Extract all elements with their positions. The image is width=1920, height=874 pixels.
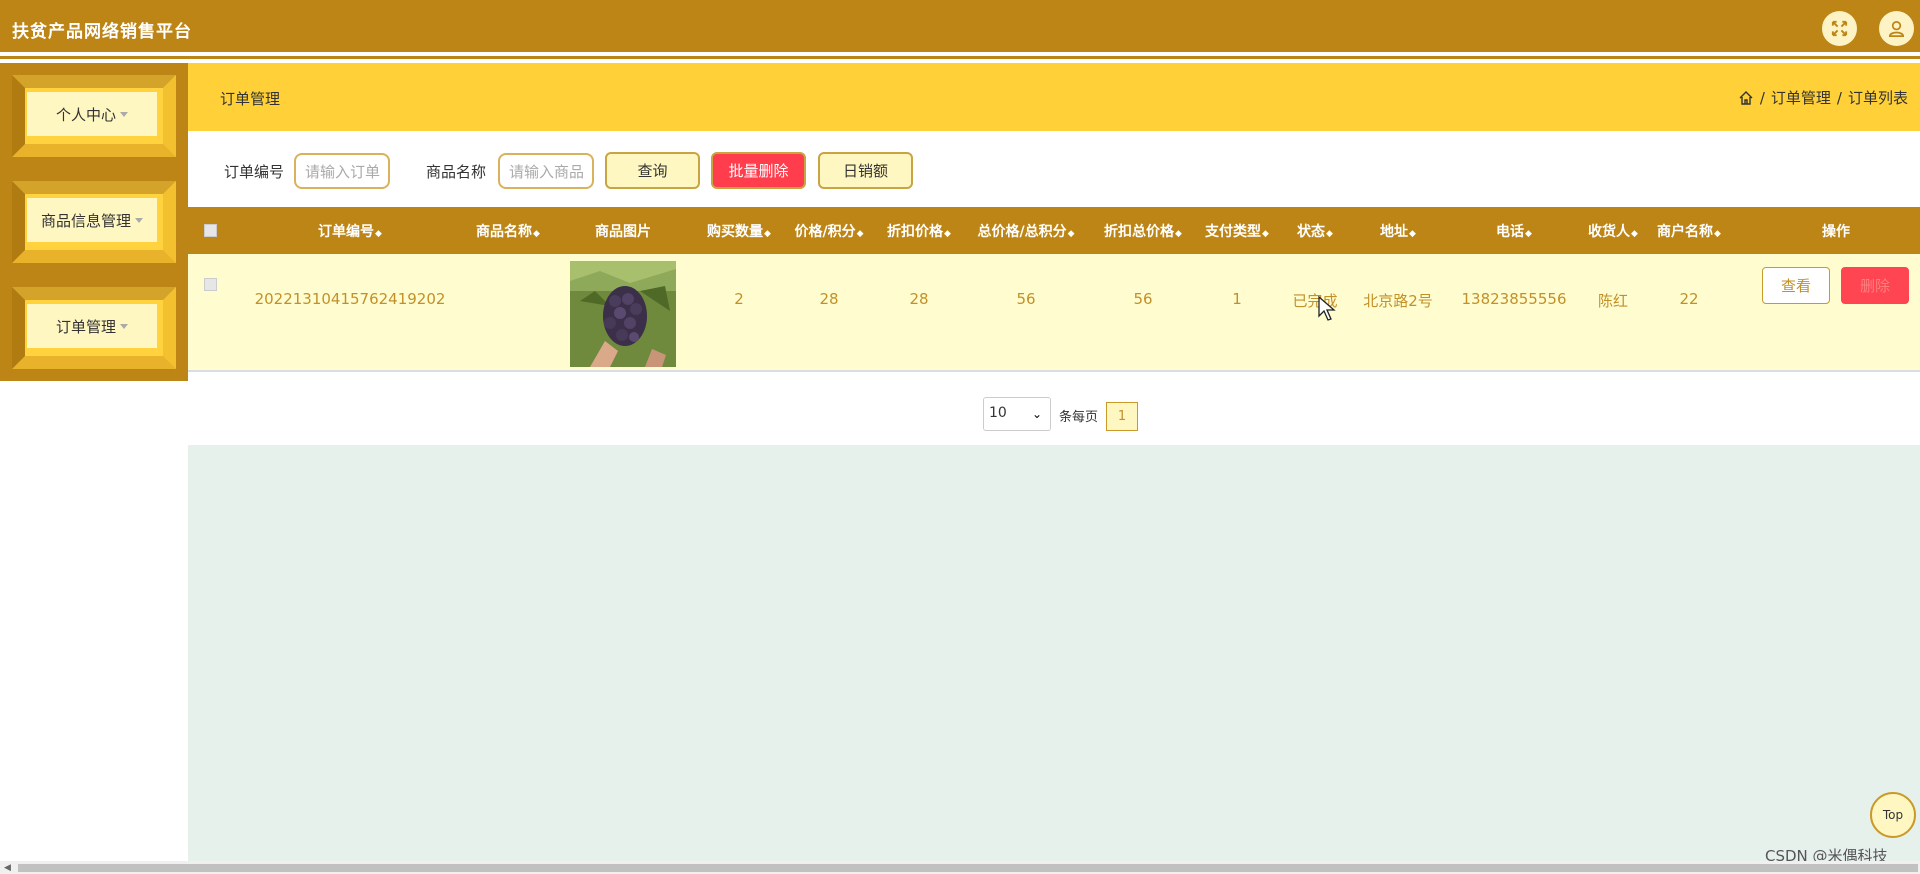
table-header: 订单编号◆ 商品名称◆ 商品图片 购买数量◆ 价格/积分◆ 折扣价格◆ 总价格/…: [188, 207, 1920, 254]
sidebar-item-button[interactable]: 订单管理: [27, 304, 157, 348]
cell-phone: 13823855556: [1461, 290, 1567, 308]
search-form: 订单编号 请输入订单 商品名称 请输入商品 查询 批量删除 日销额: [188, 131, 1920, 207]
column-header-price[interactable]: 价格/积分◆: [794, 221, 863, 241]
sidebar-item-product-management[interactable]: 商品信息管理: [0, 169, 188, 275]
order-no-label: 订单编号: [224, 163, 285, 181]
caret-down-icon: [120, 323, 128, 329]
sort-icon: ◆: [533, 229, 540, 239]
sidebar-item-label: 个人中心: [55, 105, 116, 124]
caret-down-icon: [120, 111, 128, 117]
sidebar-item-label: 商品信息管理: [40, 211, 131, 230]
column-header-quantity[interactable]: 购买数量◆: [707, 221, 771, 241]
horizontal-scrollbar[interactable]: ◀: [0, 861, 1920, 874]
page-size-select[interactable]: 10 ⌄: [983, 397, 1051, 431]
product-image[interactable]: [570, 261, 676, 367]
order-no-input[interactable]: 请输入订单: [294, 153, 390, 189]
query-button[interactable]: 查询: [605, 152, 700, 189]
caret-down-icon: [135, 217, 143, 223]
fullscreen-icon: [1831, 20, 1848, 37]
scroll-left-icon[interactable]: ◀: [4, 863, 11, 873]
sidebar-item-button[interactable]: 商品信息管理: [27, 198, 157, 242]
sidebar: 个人中心 商品信息管理 订单管理: [0, 63, 188, 381]
breadcrumb-separator: /: [1836, 88, 1842, 107]
user-icon: [1888, 20, 1905, 37]
select-all-checkbox[interactable]: [204, 224, 217, 237]
mouse-cursor-icon: [1318, 296, 1336, 321]
breadcrumb-separator: /: [1759, 88, 1765, 107]
cell-address: 北京路2号: [1363, 292, 1433, 310]
sort-icon: ◆: [856, 229, 864, 239]
content-header: 订单管理 / 订单管理 / 订单列表: [188, 63, 1920, 131]
breadcrumb: / 订单管理 / 订单列表: [1738, 87, 1908, 108]
cell-price: 28: [819, 290, 839, 308]
batch-delete-button[interactable]: 批量删除: [711, 152, 806, 189]
header-divider-line: [0, 56, 1920, 59]
home-icon[interactable]: [1738, 90, 1754, 106]
sort-icon: ◆: [1525, 229, 1532, 239]
column-header-order-no[interactable]: 订单编号◆: [318, 221, 382, 241]
orders-table: 订单编号◆ 商品名称◆ 商品图片 购买数量◆ 价格/积分◆ 折扣价格◆ 总价格/…: [188, 207, 1920, 372]
sort-icon: ◆: [1175, 229, 1182, 239]
column-header-phone[interactable]: 电话◆: [1496, 221, 1532, 241]
sort-icon: ◆: [1067, 229, 1075, 239]
pagination: 10 ⌄ 条每页 1: [188, 373, 1920, 445]
column-header-total[interactable]: 总价格/总积分◆: [977, 221, 1074, 241]
cell-receiver: 陈红: [1597, 292, 1629, 310]
cell-order-no: 20221310415762419202: [254, 290, 446, 308]
cell-pay-type: 1: [1232, 290, 1242, 308]
page-number-button[interactable]: 1: [1106, 402, 1138, 431]
table-row: 20221310415762419202 2 28 28 56 56 1 已完成…: [188, 254, 1920, 372]
sort-icon: ◆: [764, 229, 771, 239]
column-header-discount-total[interactable]: 折扣总价格◆: [1104, 221, 1182, 241]
fullscreen-button[interactable]: [1822, 11, 1857, 46]
sort-icon: ◆: [1409, 229, 1416, 239]
breadcrumb-item-order-management[interactable]: 订单管理: [1771, 87, 1831, 108]
cell-quantity: 2: [734, 290, 744, 308]
column-header-pay-type[interactable]: 支付类型◆: [1205, 221, 1269, 241]
app-title: 扶贫产品网络销售平台: [12, 22, 192, 42]
sidebar-item-button[interactable]: 个人中心: [27, 92, 157, 136]
chevron-down-icon: ⌄: [1031, 407, 1042, 421]
view-button[interactable]: 查看: [1762, 267, 1830, 304]
breadcrumb-item-order-list: 订单列表: [1847, 89, 1908, 107]
column-header-discount-price[interactable]: 折扣价格◆: [887, 221, 951, 241]
column-header-status[interactable]: 状态◆: [1297, 221, 1333, 241]
delete-button[interactable]: 删除: [1841, 267, 1909, 304]
sort-icon: ◆: [944, 229, 951, 239]
back-to-top-button[interactable]: Top: [1870, 792, 1916, 838]
scrollbar-thumb[interactable]: [18, 864, 1918, 872]
sort-icon: ◆: [1714, 229, 1721, 239]
column-header-address[interactable]: 地址◆: [1380, 221, 1416, 241]
cell-total: 56: [1016, 290, 1036, 308]
sort-icon: ◆: [1326, 229, 1333, 239]
cell-discount-total: 56: [1133, 290, 1153, 308]
top-navbar: 扶贫产品网络销售平台: [0, 0, 1920, 52]
row-checkbox[interactable]: [204, 278, 217, 291]
cell-merchant: 22: [1679, 290, 1699, 308]
cell-discount-price: 28: [909, 290, 929, 308]
user-menu-button[interactable]: [1879, 11, 1914, 46]
page-title: 订单管理: [220, 90, 281, 108]
sort-icon: ◆: [375, 229, 382, 239]
sort-icon: ◆: [1262, 229, 1269, 239]
grape-photo: [570, 261, 676, 367]
column-header-merchant[interactable]: 商户名称◆: [1657, 221, 1721, 241]
page-size-value: 10: [989, 405, 1007, 421]
sidebar-item-label: 订单管理: [55, 317, 116, 336]
column-header-product-name[interactable]: 商品名称◆: [476, 221, 540, 241]
column-header-product-image: 商品图片: [595, 224, 651, 240]
column-header-actions: 操作: [1822, 224, 1850, 240]
content-background: [188, 445, 1920, 861]
product-name-input[interactable]: 请输入商品: [498, 153, 594, 189]
sidebar-item-order-management[interactable]: 订单管理: [0, 275, 188, 381]
per-page-label: 条每页: [1059, 410, 1099, 425]
sidebar-item-personal-center[interactable]: 个人中心: [0, 63, 188, 169]
daily-sales-button[interactable]: 日销额: [818, 152, 913, 189]
product-name-label: 商品名称: [426, 163, 487, 181]
column-header-receiver[interactable]: 收货人◆: [1588, 221, 1638, 241]
sort-icon: ◆: [1631, 229, 1638, 239]
